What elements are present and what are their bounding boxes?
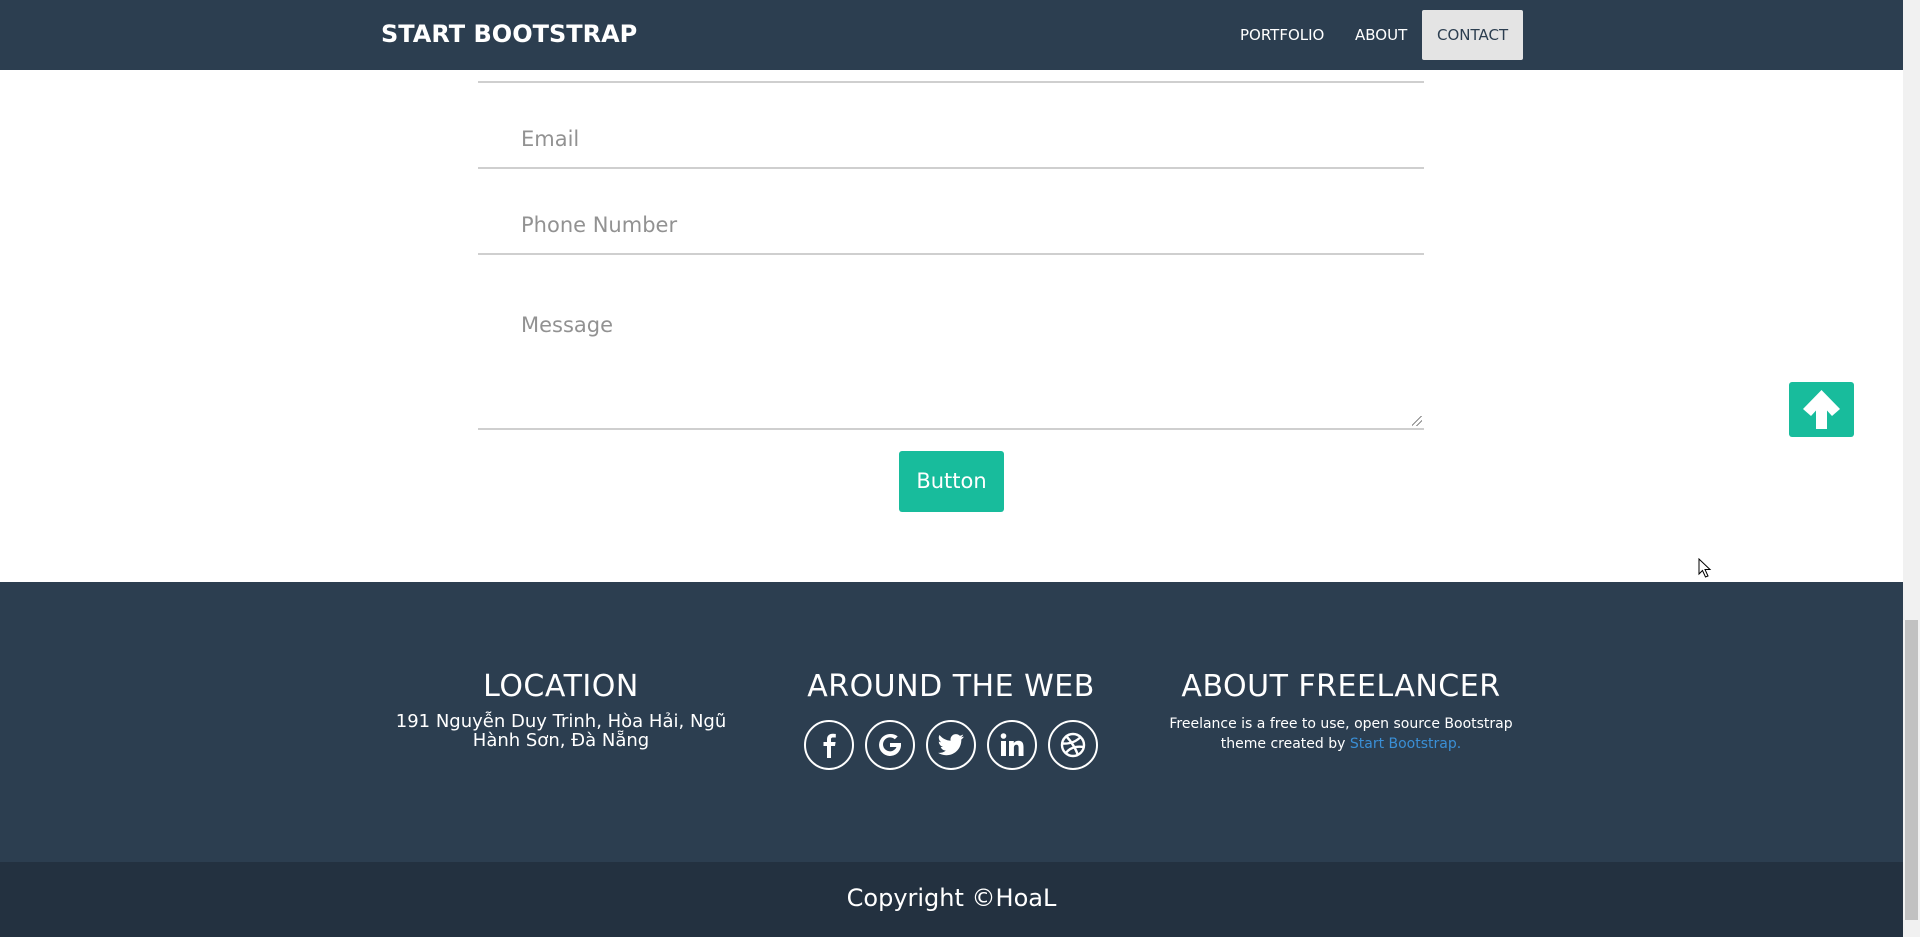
twitter-icon[interactable]: [926, 720, 976, 770]
address-line-2: Hành Sơn, Đà Nẵng: [472, 730, 650, 751]
location-title: LOCATION: [483, 669, 639, 704]
footer-about: ABOUT FREELANCER Freelance is a free to …: [1161, 669, 1521, 754]
email-field[interactable]: Email: [478, 83, 1424, 169]
nav-item-portfolio[interactable]: PORTFOLIO: [1225, 10, 1339, 60]
about-text-prefix: theme created by: [1220, 736, 1350, 752]
email-placeholder: Email: [521, 127, 580, 151]
phone-field[interactable]: Phone Number: [478, 169, 1424, 255]
phone-placeholder: Phone Number: [521, 213, 678, 237]
scrollbar-thumb[interactable]: [1905, 620, 1918, 920]
message-placeholder: Message: [521, 313, 614, 337]
copyright-bar: Copyright ©HoaL: [0, 862, 1903, 937]
facebook-icon[interactable]: [803, 720, 854, 770]
start-bootstrap-link[interactable]: Start Bootstrap.: [1350, 736, 1461, 752]
page-scrollbar[interactable]: [1903, 0, 1920, 937]
copyright-text: Copyright ©HoaL: [846, 884, 1057, 912]
google-icon[interactable]: [864, 720, 915, 770]
arrow-up-icon: [1803, 390, 1840, 429]
top-navbar: START BOOTSTRAP PORTFOLIO ABOUT CONTACT: [0, 0, 1903, 70]
footer-around-the-web: AROUND THE WEB: [771, 669, 1131, 770]
brand-logo-text[interactable]: START BOOTSTRAP: [381, 20, 637, 48]
linkedin-icon[interactable]: [987, 720, 1038, 770]
about-text-line-2: theme created by Start Bootstrap.: [1161, 734, 1521, 754]
textarea-resize-handle[interactable]: [1412, 416, 1422, 426]
nav-item-about[interactable]: ABOUT: [1340, 10, 1422, 60]
about-title: ABOUT FREELANCER: [1181, 669, 1501, 704]
dribbble-icon[interactable]: [1048, 720, 1099, 770]
footer: LOCATION 191 Nguyễn Duy Trinh, Hòa Hải, …: [0, 582, 1903, 862]
submit-button[interactable]: Button: [899, 451, 1004, 512]
about-text: Freelance is a free to use, open source …: [1161, 714, 1521, 754]
around-the-web-title: AROUND THE WEB: [807, 669, 1095, 704]
location-address: 191 Nguyễn Duy Trinh, Hòa Hải, Ngũ Hành …: [391, 712, 731, 750]
footer-location: LOCATION 191 Nguyễn Duy Trinh, Hòa Hải, …: [391, 669, 731, 750]
nav-item-contact[interactable]: CONTACT: [1422, 10, 1524, 60]
mouse-cursor-icon: [1698, 558, 1712, 578]
social-links: [771, 720, 1131, 770]
back-to-top-button[interactable]: [1789, 382, 1854, 437]
about-text-line-1: Freelance is a free to use, open source …: [1169, 716, 1513, 732]
message-field[interactable]: Message: [478, 255, 1424, 430]
address-line-1: 191 Nguyễn Duy Trinh, Hòa Hải, Ngũ: [395, 711, 727, 732]
